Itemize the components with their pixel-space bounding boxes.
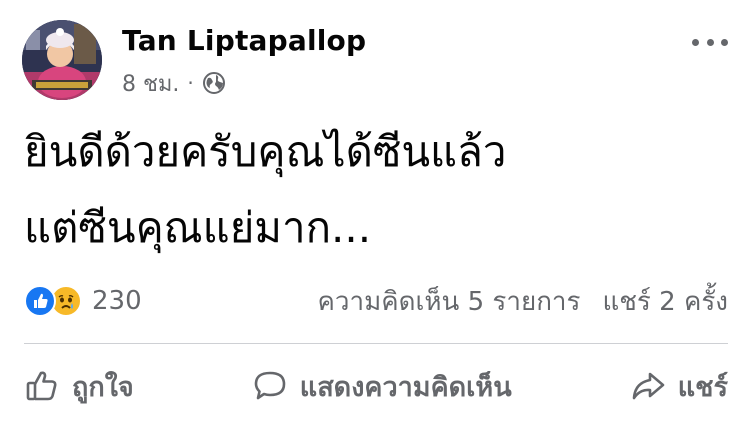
comment-icon (254, 371, 286, 400)
post-text-line: ยินดีด้วยครับคุณได้ซีนแล้ว (24, 127, 507, 176)
comment-button[interactable]: แสดงความคิดเห็น (252, 365, 512, 408)
post-text-line: แต่ซีนคุณแย่มาก... (24, 203, 372, 252)
comment-count[interactable]: ความคิดเห็น 5 รายการ (318, 281, 581, 322)
engagement-counts: ความคิดเห็น 5 รายการ แชร์ 2 ครั้ง (318, 284, 728, 318)
reaction-summary[interactable]: 230 (24, 284, 142, 318)
thumbs-up-icon (26, 371, 57, 401)
avatar-image (22, 20, 102, 100)
post-time[interactable]: 8 ชม. (122, 66, 179, 101)
post-meta: 8 ชม. · (122, 68, 226, 98)
facebook-post: Tan Liptapallop 8 ชม. · ยินดีด้วยครับคุณ… (0, 0, 750, 421)
like-reaction-icon (24, 285, 56, 317)
reaction-count[interactable]: 230 (92, 286, 142, 316)
globe-icon[interactable] (202, 71, 226, 95)
share-icon (632, 372, 665, 400)
like-label: ถูกใจ (72, 371, 134, 403)
avatar[interactable] (22, 20, 102, 100)
divider (24, 343, 728, 344)
meta-separator: · (187, 71, 194, 95)
action-bar: ถูกใจ แสดงความคิดเห็น แชร์ (24, 358, 728, 414)
share-label: แชร์ (677, 371, 728, 403)
share-button[interactable]: แชร์ (630, 365, 728, 408)
more-options-icon[interactable] (692, 32, 728, 52)
author-name[interactable]: Tan Liptapallop (122, 24, 366, 57)
comment-label: แสดงความคิดเห็น (299, 371, 512, 403)
like-button[interactable]: ถูกใจ (24, 365, 134, 408)
post-text: ยินดีด้วยครับคุณได้ซีนแล้ว แต่ซีนคุณแย่ม… (24, 114, 724, 266)
share-count[interactable]: แชร์ 2 ครั้ง (603, 281, 729, 322)
